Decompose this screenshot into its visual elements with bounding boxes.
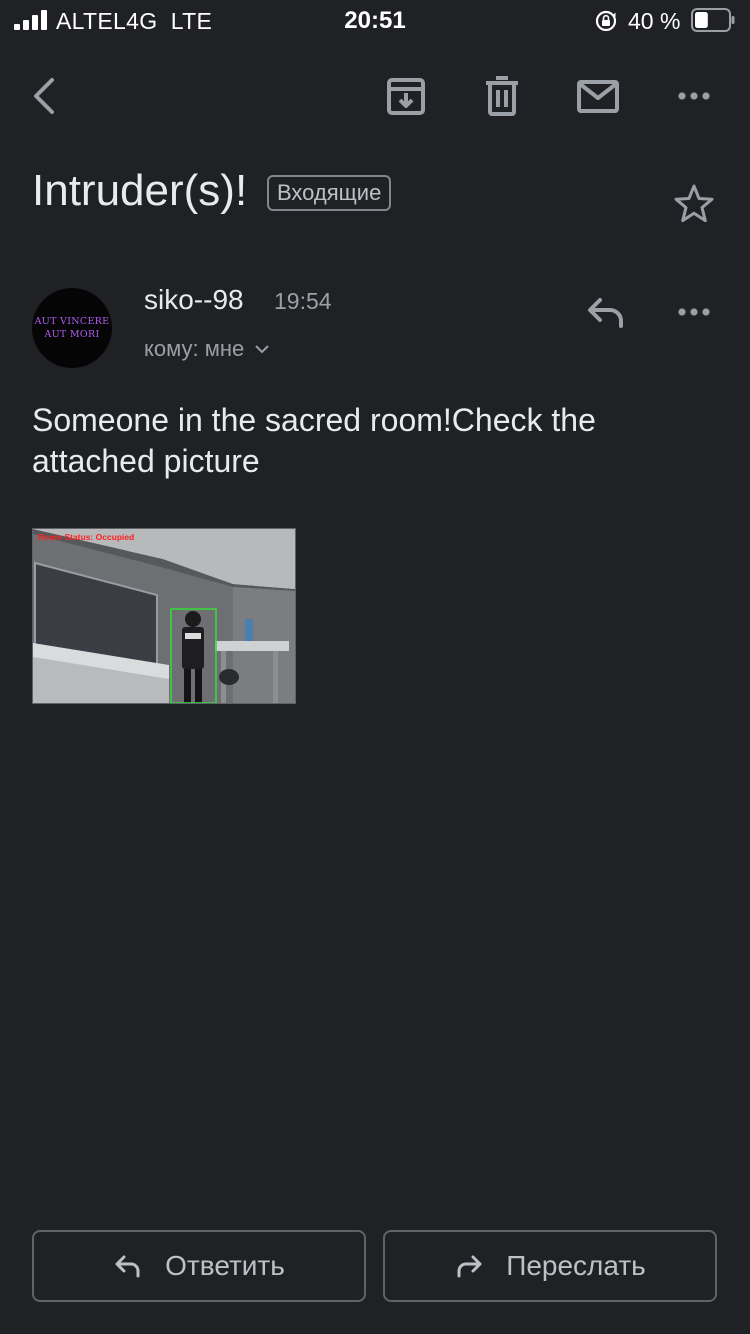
archive-button[interactable]: [382, 72, 430, 120]
battery-percent: 40 %: [628, 8, 681, 34]
inbox-label-chip[interactable]: Входящие: [267, 175, 392, 211]
star-icon: [674, 184, 714, 223]
more-options-button[interactable]: [670, 72, 718, 120]
avatar-text-line-2: AUT MORI: [44, 329, 100, 340]
mail-icon: [577, 80, 619, 113]
reply-icon: [588, 298, 623, 328]
trash-icon: [486, 76, 518, 116]
star-button[interactable]: [670, 180, 718, 228]
reply-icon: [113, 1251, 143, 1281]
avatar[interactable]: AUT VINCERE AUT MORI: [32, 288, 112, 368]
chevron-left-icon: [34, 78, 54, 114]
message-time: 19:54: [274, 288, 332, 314]
message-more-button[interactable]: [670, 290, 718, 334]
email-subject: Intruder(s)!: [32, 166, 248, 215]
chevron-down-icon: [255, 345, 269, 354]
archive-icon: [387, 78, 425, 115]
more-horizontal-icon: [678, 308, 710, 316]
reply-button[interactable]: [584, 290, 628, 334]
battery-icon: [691, 8, 735, 32]
recipient-label: кому: мне: [144, 336, 245, 361]
sender-name: siko--98: [144, 284, 244, 315]
forward-action-button[interactable]: Переслать: [383, 1230, 717, 1302]
recipient-details-toggle[interactable]: кому: мне: [144, 336, 270, 362]
mark-unread-button[interactable]: [574, 72, 622, 120]
back-button[interactable]: [20, 72, 68, 120]
image-attachment[interactable]: Room Status: Occupied: [32, 528, 296, 704]
forward-icon: [454, 1251, 484, 1281]
rotation-lock-icon: [595, 10, 617, 32]
delete-button[interactable]: [478, 72, 526, 120]
message-body: Someone in the sacred room!Check the att…: [32, 402, 596, 479]
status-bar: ALTEL4G LTE 20:51 40 %: [0, 0, 750, 42]
forward-action-label: Переслать: [506, 1250, 646, 1281]
avatar-text-line-1: AUT VINCERE: [34, 316, 110, 327]
reply-action-label: Ответить: [165, 1250, 285, 1281]
attachment-photo: Room Status: Occupied: [33, 529, 295, 703]
reply-action-button[interactable]: Ответить: [32, 1230, 366, 1302]
more-horizontal-icon: [678, 92, 710, 100]
attachment-caption: Room Status: Occupied: [38, 532, 134, 542]
